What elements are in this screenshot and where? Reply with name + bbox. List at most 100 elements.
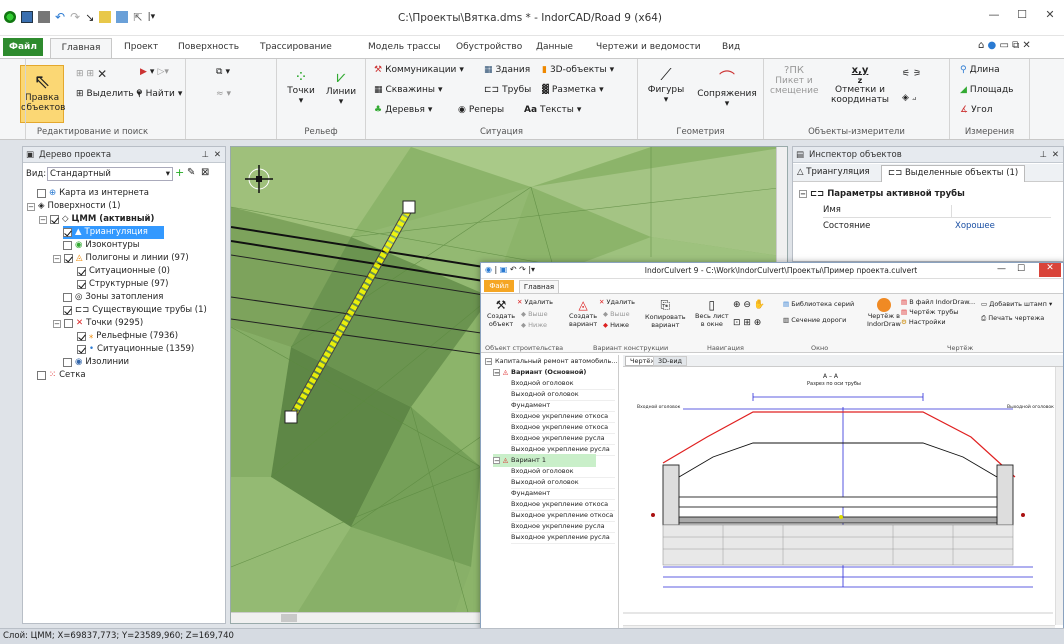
cursor-icon[interactable]: ⇱: [133, 11, 142, 24]
tree-item-structural-lines[interactable]: Структурные (97): [77, 278, 168, 291]
collapse-icon[interactable]: −: [27, 202, 35, 211]
delete-view-icon[interactable]: ⊠: [201, 167, 209, 179]
lines-button[interactable]: ⩗ Линии ▾: [323, 67, 359, 107]
tree-item-isocontours[interactable]: ◉ Изоконтуры: [63, 239, 139, 252]
edit-view-icon[interactable]: ✎: [187, 167, 195, 179]
angle-button[interactable]: ∡ Угол: [960, 105, 993, 115]
benchmarks-button[interactable]: ◉ Реперы: [458, 105, 504, 115]
edit-objects-button[interactable]: ⇖ Правка объектов: [20, 65, 65, 123]
checkbox[interactable]: [63, 241, 72, 250]
close-panel-icon[interactable]: ✕: [1052, 147, 1059, 163]
culvert-maximize-button[interactable]: ☐: [1017, 264, 1025, 274]
joints-button[interactable]: ⌒ Сопряжения ▾: [696, 65, 758, 109]
drawing-indordraw-button[interactable]: Чертёж в IndorDraw: [867, 298, 901, 328]
variant-up-button[interactable]: ◆ Выше: [603, 310, 630, 318]
tab-routing[interactable]: Трассирование: [260, 42, 332, 52]
culvert-qat[interactable]: ◉ | ▣ ↶ ↷ |▾: [485, 265, 535, 274]
save-icon[interactable]: [21, 11, 33, 23]
maximize-button[interactable]: ☐: [1012, 8, 1032, 24]
culvert-tree-item[interactable]: Выходное укрепление русла: [511, 531, 615, 544]
checkbox[interactable]: [77, 267, 86, 276]
pipe-drawing-button[interactable]: ▤ Чертёж трубы: [901, 308, 958, 316]
whole-sheet-button[interactable]: ▯ Весь лист в окне: [695, 298, 729, 328]
tab-route-model[interactable]: Модель трассы: [368, 42, 440, 52]
edit-tools-row[interactable]: ⊞ ⊞ ✕: [76, 67, 107, 81]
checkbox[interactable]: [63, 358, 72, 367]
checkbox[interactable]: [63, 228, 72, 237]
tab-project[interactable]: Проект: [124, 42, 158, 52]
tree-item-grid[interactable]: ⁙ Сетка: [37, 369, 86, 382]
create-object-button[interactable]: ⚒ Создать объект: [487, 298, 515, 328]
tab-triangulation[interactable]: △ Триангуляция: [797, 167, 870, 177]
zoom-fit-tools[interactable]: ⊡ ⊞ ⊕: [733, 318, 761, 328]
slope-tools[interactable]: ⚟ ⚞: [902, 69, 921, 79]
create-variant-button[interactable]: ◬ Создать вариант: [569, 298, 597, 328]
tab-file[interactable]: Файл: [3, 38, 43, 56]
marks-coords-button[interactable]: x,y z Отметки и координаты: [828, 65, 892, 105]
tree-item-dtm[interactable]: − ◇ ЦММ (активный): [39, 213, 154, 226]
copy-variant-button[interactable]: ⎘ Копировать вариант: [645, 298, 686, 329]
road-section-button[interactable]: ▥ Сечение дороги: [783, 316, 846, 324]
communications-button[interactable]: ⚒ Коммуникации ▾: [374, 65, 464, 75]
buildings-button[interactable]: ▦ Здания: [484, 65, 530, 75]
redo-icon[interactable]: ↷: [70, 10, 80, 24]
area-button[interactable]: ◢ Площадь: [960, 85, 1013, 95]
add-frame-button[interactable]: ▭ Добавить штамп ▾: [981, 300, 1052, 308]
add-view-icon[interactable]: +: [175, 167, 184, 179]
checkbox[interactable]: [77, 332, 86, 341]
map-v-scrollbar[interactable]: [776, 147, 787, 267]
checkbox[interactable]: [64, 254, 73, 263]
texts-button[interactable]: Aa Тексты ▾: [524, 105, 581, 115]
points-button[interactable]: ⁘ Точки ▾: [283, 67, 319, 106]
tree-item-surfaces[interactable]: − ◈ Поверхности (1): [27, 200, 120, 213]
tab-home[interactable]: Главная: [50, 38, 112, 58]
length-button[interactable]: ⚲ Длина: [960, 65, 1000, 75]
find-button[interactable]: ⚲ Найти ▾: [136, 89, 182, 99]
culvert-close-button[interactable]: ✕: [1039, 263, 1061, 277]
tab-data[interactable]: Данные: [536, 42, 573, 52]
tree-item-points[interactable]: − ✕ Точки (9295): [53, 317, 143, 330]
marking-button[interactable]: ▓ Разметка ▾: [542, 85, 604, 95]
collapse-icon[interactable]: −: [39, 215, 47, 224]
angle-tools[interactable]: ◈ ⟓: [902, 93, 916, 103]
zoom-tools[interactable]: ⊕ ⊖ ✋: [733, 300, 765, 310]
tree-item-internet-map[interactable]: ⊕ Карта из интернета: [37, 187, 149, 200]
tab-view[interactable]: Вид: [722, 42, 740, 52]
print-drawing-button[interactable]: ⎙ Печать чертежа: [981, 314, 1044, 323]
layer-tool[interactable]: ⧉ ▾: [216, 67, 230, 77]
checkbox[interactable]: [63, 306, 72, 315]
tab-3d[interactable]: 3D-вид: [653, 356, 688, 366]
tree-item-relief-points[interactable]: ⁎ Рельефные (7936): [77, 330, 178, 343]
customize-qat-icon[interactable]: |▾: [148, 12, 156, 22]
variant-down-button[interactable]: ◆ Ниже: [603, 321, 629, 329]
measure-tool[interactable]: ≈ ▾: [216, 89, 231, 99]
collapse-icon[interactable]: −: [53, 254, 61, 263]
pipes-button[interactable]: ⊏⊐ Трубы: [484, 85, 531, 95]
close-button[interactable]: ✕: [1040, 8, 1060, 24]
inspector-section[interactable]: − ⊏⊐ Параметры активной трубы: [799, 189, 965, 199]
picket-offset-button[interactable]: ?ПК Пикет и смещение: [770, 65, 819, 96]
tab-surface[interactable]: Поверхность: [178, 42, 239, 52]
print-icon[interactable]: [38, 11, 50, 23]
checkbox[interactable]: [77, 345, 86, 354]
culvert-tab-file[interactable]: Файл: [484, 280, 514, 292]
culvert-tab-home[interactable]: Главная: [519, 280, 559, 293]
figures-button[interactable]: ⟋ Фигуры ▾: [644, 65, 688, 105]
tab-selected-objects[interactable]: ⊏⊐ Выделенные объекты (1): [881, 165, 1026, 182]
tab-drawings[interactable]: Чертежи и ведомости: [596, 42, 701, 52]
view-select[interactable]: Стандартный ▾: [47, 167, 173, 181]
delete-object-button[interactable]: ✕ Удалить: [517, 298, 553, 306]
ribbon-icons[interactable]: ⌂ ● ▭ ⧉ ✕: [978, 40, 1031, 51]
grid-snap-icon[interactable]: [116, 11, 129, 23]
select-button[interactable]: ⊞ Выделить ▾: [76, 89, 141, 99]
pointer-tool-icon[interactable]: ↘: [85, 11, 94, 24]
pin-icon[interactable]: ⊥: [1040, 147, 1047, 163]
minimize-button[interactable]: —: [984, 8, 1004, 24]
tree-item-polygons[interactable]: − ◬ Полигоны и линии (97): [53, 252, 189, 265]
tab-arrangement[interactable]: Обустройство: [456, 42, 522, 52]
close-panel-icon[interactable]: ✕: [214, 147, 221, 163]
tree-item-triangulation[interactable]: ▲ Триангуляция: [63, 226, 164, 239]
tree-item-situational-lines[interactable]: Ситуационные (0): [77, 265, 170, 278]
prop-state-value[interactable]: Хорошее: [955, 221, 995, 231]
tree-item-flood-zones[interactable]: ◎ Зоны затопления: [63, 291, 163, 304]
